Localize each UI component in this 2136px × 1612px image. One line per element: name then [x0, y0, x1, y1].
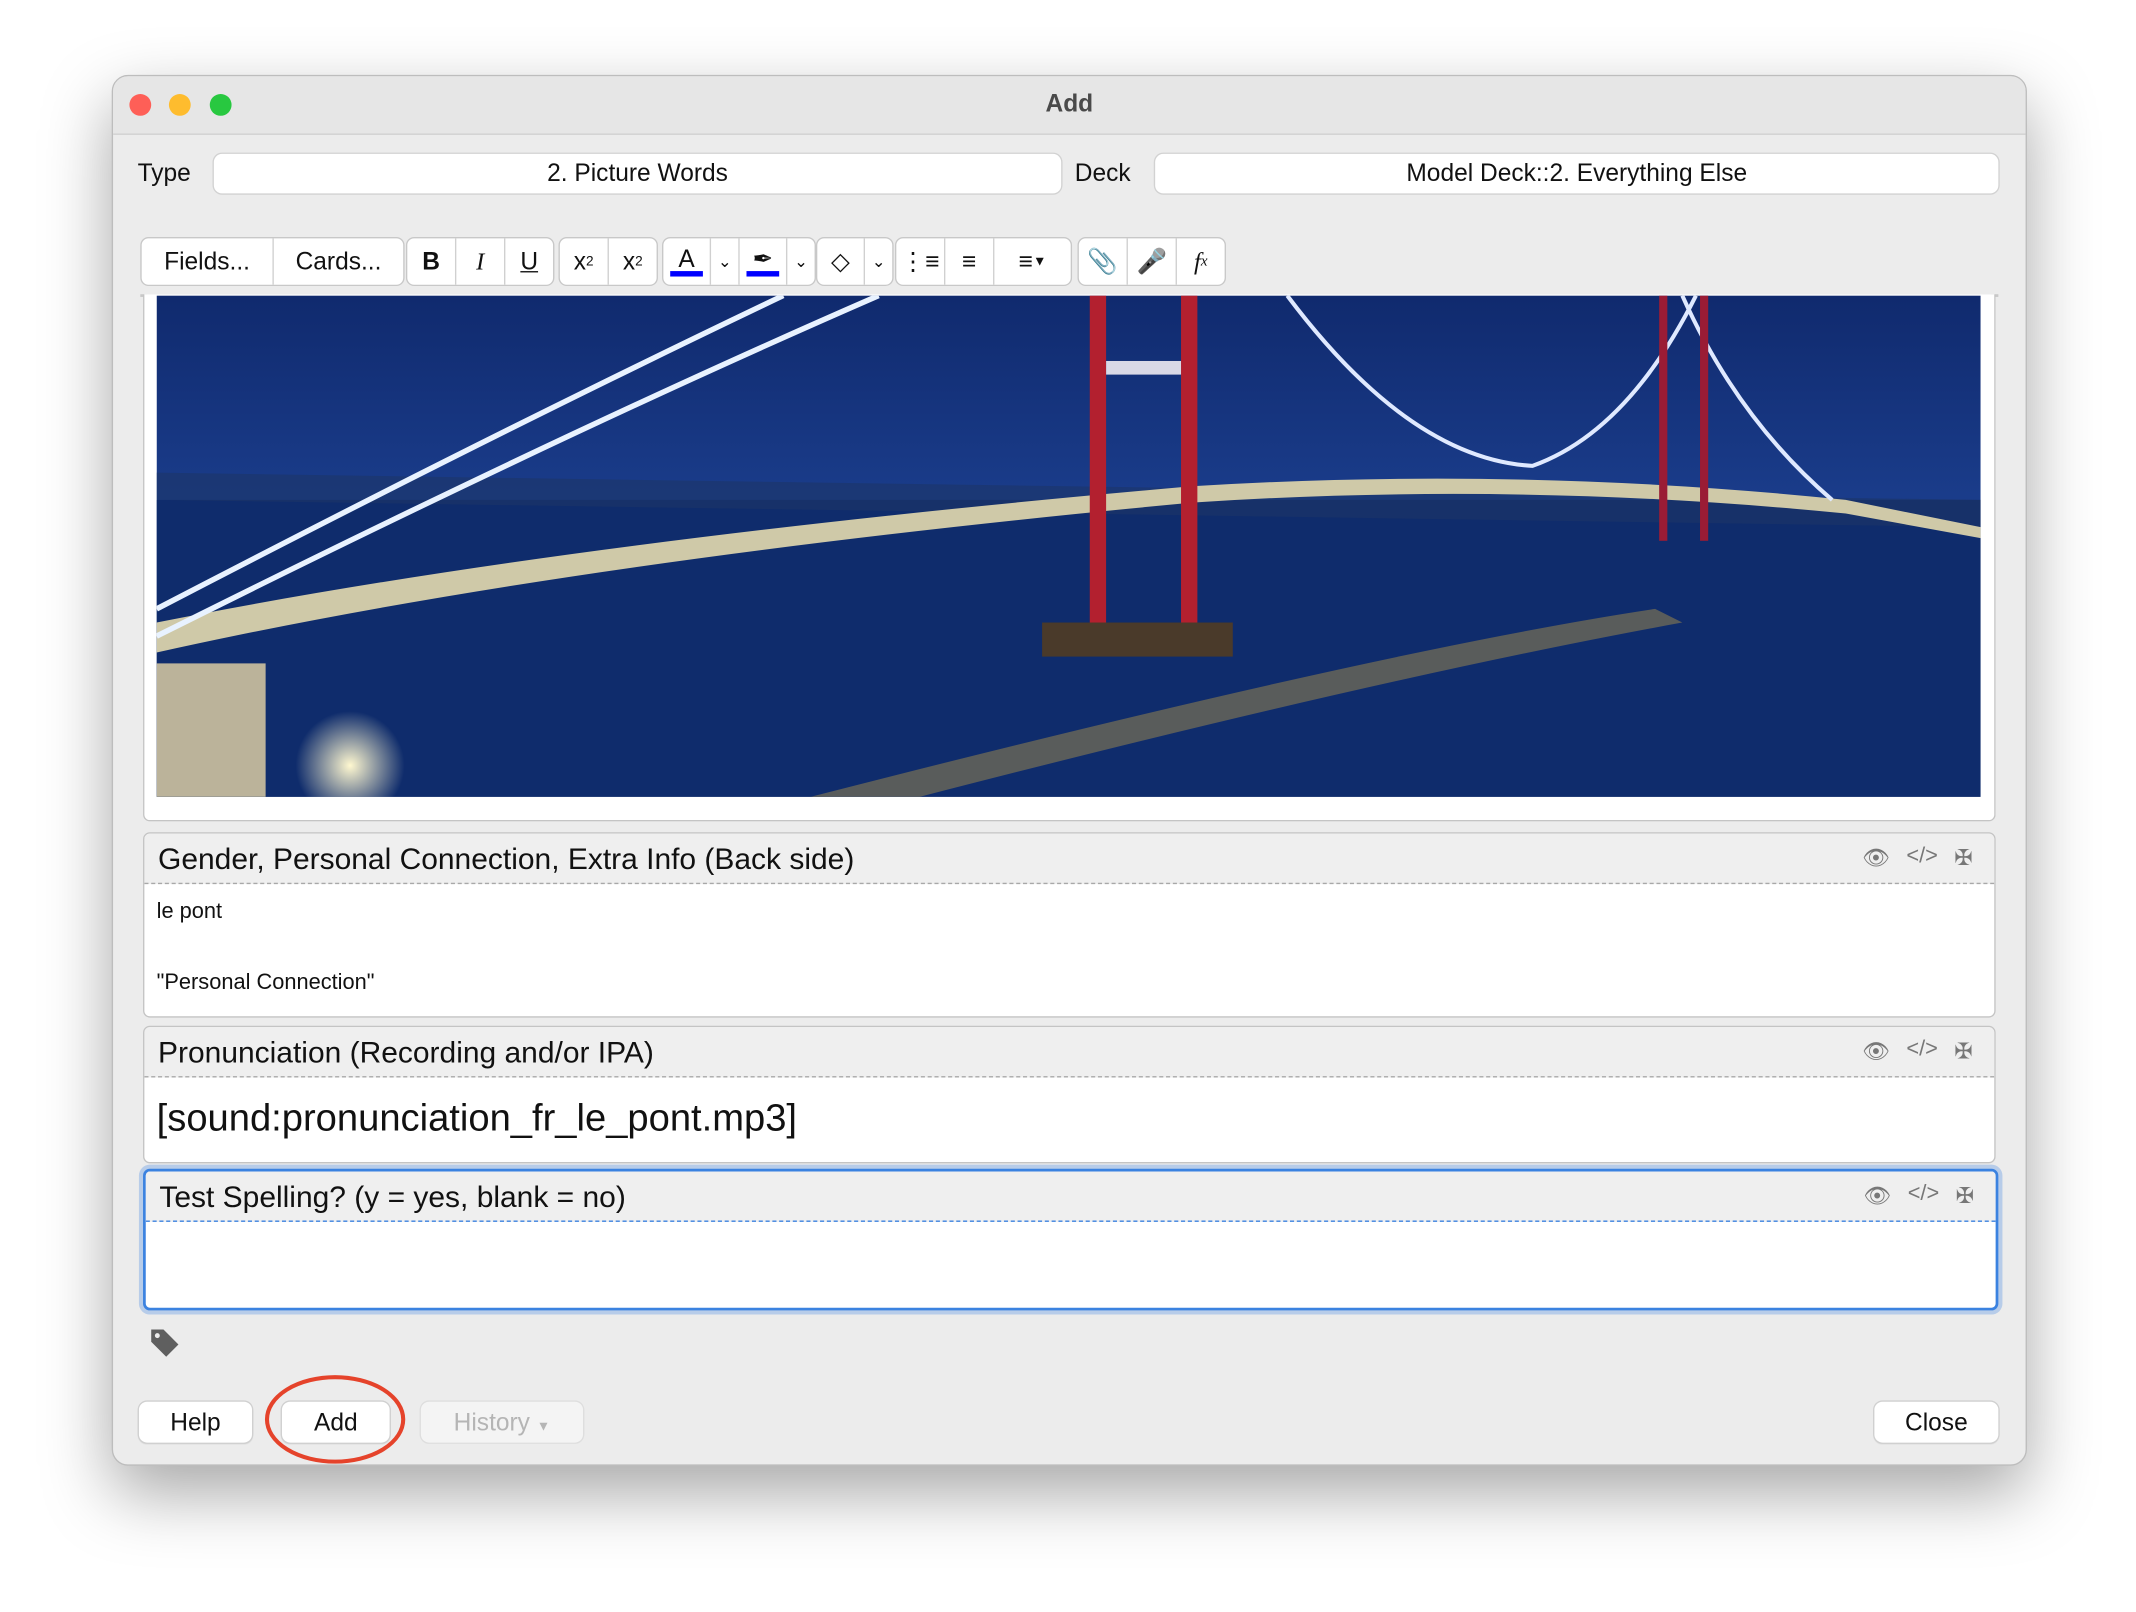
- window-title: Add: [1045, 89, 1094, 118]
- eye-icon[interactable]: 👁: [1862, 845, 1890, 872]
- field-line: "Personal Connection": [156, 971, 375, 995]
- html-editor-icon[interactable]: </>: [1908, 1182, 1940, 1209]
- underline-button[interactable]: U: [505, 238, 553, 284]
- highlight-icon[interactable]: ✒: [740, 238, 788, 285]
- align-icon[interactable]: ≡ ▼: [994, 238, 1070, 284]
- list-group: ⋮≡ ≡ ≡ ▼: [894, 237, 1073, 287]
- history-button[interactable]: History ▼: [420, 1401, 584, 1443]
- chevron-down-icon[interactable]: ⌄: [787, 238, 814, 284]
- eraser-group: ◇ ⌄: [815, 237, 894, 287]
- bullet-list-icon[interactable]: ⋮≡: [896, 238, 946, 285]
- eraser-icon[interactable]: ◇: [817, 238, 865, 285]
- sound-tag: [sound:pronunciation_fr_le_pont.mp3]: [156, 1096, 798, 1139]
- type-label: Type: [137, 159, 191, 187]
- deck-selector[interactable]: Model Deck::2. Everything Else: [1155, 153, 1999, 194]
- help-button[interactable]: Help: [138, 1401, 253, 1443]
- html-editor-icon[interactable]: </>: [1906, 845, 1938, 872]
- field-line: le pont: [156, 900, 223, 924]
- fields-button[interactable]: Fields...: [142, 238, 274, 285]
- dropdown-arrow-icon: ▼: [536, 1419, 551, 1435]
- chevron-down-icon[interactable]: ⌄: [711, 238, 740, 285]
- script-group: x2 x2: [558, 237, 658, 287]
- paperclip-icon[interactable]: 📎: [1079, 238, 1128, 285]
- microphone-icon[interactable]: 🎤: [1128, 238, 1177, 285]
- field-header: Gender, Personal Connection, Extra Info …: [144, 833, 1995, 885]
- eye-icon[interactable]: 👁: [1862, 1038, 1890, 1065]
- image-field[interactable]: [143, 294, 1996, 822]
- pronunciation-field[interactable]: Pronunciation (Recording and/or IPA) 👁 <…: [143, 1025, 1996, 1164]
- bridge-image: [156, 295, 1981, 797]
- bold-button[interactable]: B: [407, 238, 457, 285]
- field-name: Test Spelling? (y = yes, blank = no): [159, 1179, 626, 1214]
- pin-icon[interactable]: ✠: [1954, 1038, 1972, 1065]
- field-name: Pronunciation (Recording and/or IPA): [158, 1035, 654, 1070]
- text-color-icon[interactable]: A: [663, 238, 712, 285]
- field-header: Pronunciation (Recording and/or IPA) 👁 <…: [144, 1027, 1995, 1078]
- deck-label: Deck: [1074, 159, 1131, 187]
- field-header: Test Spelling? (y = yes, blank = no) 👁 <…: [145, 1171, 1996, 1222]
- back-side-field[interactable]: Gender, Personal Connection, Extra Info …: [143, 832, 1996, 1018]
- pin-icon[interactable]: ✠: [1954, 845, 1972, 872]
- function-icon[interactable]: fx: [1177, 238, 1225, 284]
- superscript-icon[interactable]: x2: [560, 238, 609, 285]
- note-type-selector[interactable]: 2. Picture Words: [213, 153, 1062, 194]
- cards-button[interactable]: Cards...: [274, 238, 403, 284]
- test-spelling-field[interactable]: Test Spelling? (y = yes, blank = no) 👁 <…: [143, 1168, 1999, 1311]
- tag-icon[interactable]: [148, 1327, 181, 1360]
- color-group: A ⌄ ✒ ⌄: [662, 237, 816, 287]
- chevron-down-icon[interactable]: ⌄: [865, 238, 892, 284]
- media-group: 📎 🎤 fx: [1077, 237, 1226, 287]
- format-group: B I U: [405, 237, 555, 287]
- fields-cards-group: Fields... Cards...: [140, 237, 405, 287]
- title-bar: Add: [113, 76, 2026, 135]
- html-editor-icon[interactable]: </>: [1906, 1038, 1938, 1065]
- add-window: Add Type 2. Picture Words Deck Model Dec…: [111, 74, 2027, 1466]
- close-button[interactable]: Close: [1874, 1401, 1999, 1443]
- eye-icon[interactable]: 👁: [1864, 1182, 1892, 1209]
- pin-icon[interactable]: ✠: [1956, 1182, 1974, 1209]
- highlight-ellipse: [264, 1375, 406, 1464]
- italic-button[interactable]: I: [456, 238, 506, 285]
- numbered-list-icon[interactable]: ≡: [945, 238, 995, 285]
- field-name: Gender, Personal Connection, Extra Info …: [158, 841, 855, 876]
- subscript-icon[interactable]: x2: [609, 238, 657, 284]
